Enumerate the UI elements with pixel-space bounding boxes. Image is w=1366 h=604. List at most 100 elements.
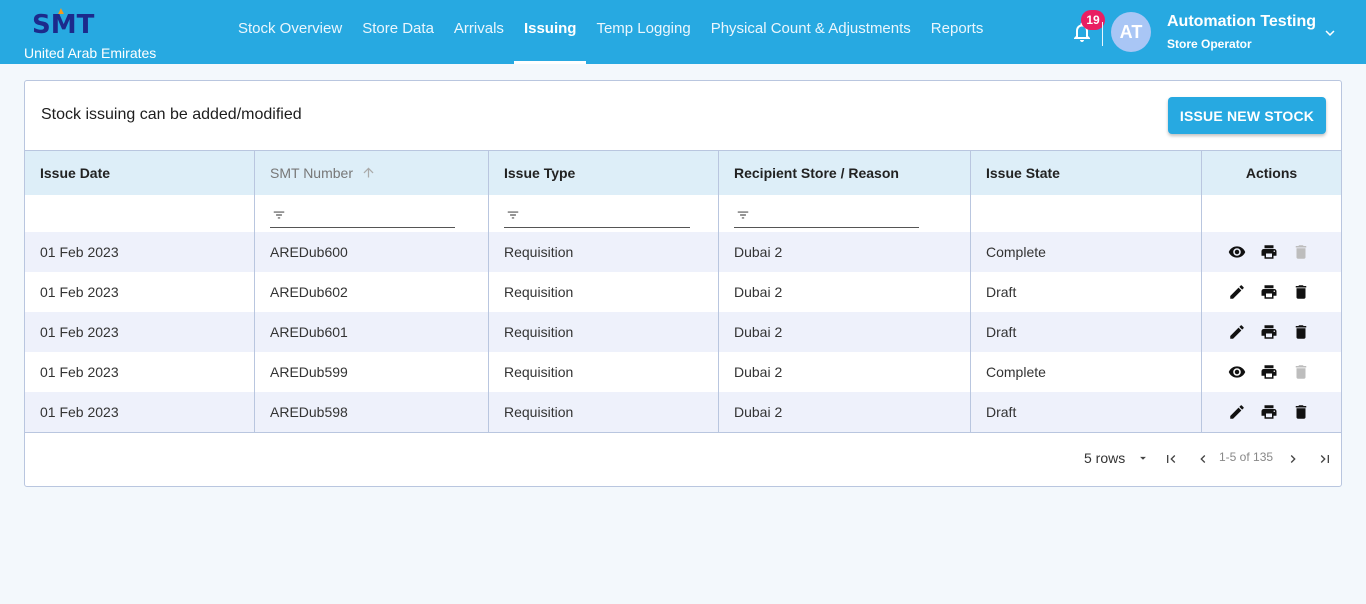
- cell-issue-state: Draft: [971, 312, 1202, 352]
- cell-issue-state: Complete: [971, 232, 1202, 272]
- filter-icon: [273, 211, 285, 219]
- chevron-down-icon[interactable]: [1321, 24, 1339, 42]
- nav-item-temp-logging[interactable]: Temp Logging: [586, 0, 700, 64]
- view-icon[interactable]: [1228, 243, 1246, 261]
- page-heading: Stock issuing can be added/modified: [41, 106, 302, 123]
- filter-icon: [507, 211, 519, 219]
- delete-icon-disabled: [1295, 245, 1307, 259]
- cell-issue-date: 01 Feb 2023: [25, 232, 255, 272]
- user-name[interactable]: Automation Testing: [1167, 13, 1316, 31]
- cell-smt-number: AREDub599: [255, 352, 489, 392]
- cell-smt-number: AREDub598: [255, 392, 489, 432]
- nav-item-issuing[interactable]: Issuing: [513, 0, 587, 64]
- cell-issue-date: 01 Feb 2023: [25, 272, 255, 312]
- cell-actions: [1202, 232, 1341, 272]
- issuing-card: Stock issuing can be added/modified ISSU…: [24, 80, 1342, 487]
- issue-type-filter-input[interactable]: [504, 203, 690, 228]
- nav-item-arrivals[interactable]: Arrivals: [444, 0, 514, 64]
- edit-icon[interactable]: [1228, 323, 1246, 341]
- country-label: United Arab Emirates: [24, 45, 157, 61]
- table-header-row: Issue Date SMT Number Issue Type Recipie…: [25, 150, 1341, 195]
- delete-icon-disabled: [1295, 365, 1307, 379]
- delete-icon[interactable]: [1292, 323, 1310, 341]
- cell-issue-date: 01 Feb 2023: [25, 352, 255, 392]
- cell-actions: [1202, 352, 1341, 392]
- cell-recipient: Dubai 2: [719, 352, 971, 392]
- filter-cell-empty: [25, 195, 255, 232]
- table-row[interactable]: 01 Feb 2023 AREDub601 Requisition Dubai …: [25, 312, 1341, 352]
- cell-recipient: Dubai 2: [719, 392, 971, 432]
- cell-smt-number: AREDub600: [255, 232, 489, 272]
- cell-issue-type: Requisition: [489, 272, 719, 312]
- last-page-icon[interactable]: [1317, 451, 1333, 467]
- next-page-icon[interactable]: [1285, 451, 1301, 467]
- cell-recipient: Dubai 2: [719, 232, 971, 272]
- previous-page-icon[interactable]: [1195, 451, 1211, 467]
- filter-cell-type: [489, 195, 719, 232]
- column-header-issue-date[interactable]: Issue Date: [25, 151, 255, 195]
- cell-actions: [1202, 312, 1341, 352]
- nav-item-store-data[interactable]: Store Data: [352, 0, 444, 64]
- table-divider: [25, 432, 1341, 433]
- print-icon[interactable]: [1260, 403, 1278, 421]
- issue-new-stock-button[interactable]: ISSUE NEW STOCK: [1168, 97, 1326, 134]
- filter-cell-recipient: [719, 195, 971, 232]
- app-logo[interactable]: ▲ SMT United Arab Emirates: [24, 6, 164, 62]
- column-header-actions: Actions: [1245, 165, 1298, 181]
- avatar[interactable]: AT: [1111, 12, 1151, 52]
- issues-table: Issue Date SMT Number Issue Type Recipie…: [25, 150, 1341, 432]
- nav-item-reports[interactable]: Reports: [921, 0, 994, 64]
- cell-issue-date: 01 Feb 2023: [25, 392, 255, 432]
- delete-icon[interactable]: [1292, 403, 1310, 421]
- cell-issue-state: Draft: [971, 272, 1202, 312]
- cell-recipient: Dubai 2: [719, 272, 971, 312]
- cell-recipient: Dubai 2: [719, 312, 971, 352]
- filter-cell-empty: [971, 195, 1202, 232]
- cell-issue-type: Requisition: [489, 232, 719, 272]
- cell-actions: [1202, 272, 1341, 312]
- filter-row: [25, 195, 1341, 232]
- print-icon[interactable]: [1260, 323, 1278, 341]
- print-icon[interactable]: [1260, 243, 1278, 261]
- table-row[interactable]: 01 Feb 2023 AREDub600 Requisition Dubai …: [25, 232, 1341, 272]
- logo-text: SMT: [32, 10, 95, 40]
- pagination: 5 rows 1-5 of 135: [25, 447, 1341, 471]
- edit-icon[interactable]: [1228, 403, 1246, 421]
- page-range-label: 1-5 of 135: [1219, 450, 1274, 464]
- recipient-filter-input[interactable]: [734, 203, 919, 228]
- nav-item-physical-count[interactable]: Physical Count & Adjustments: [701, 0, 921, 64]
- rows-per-page-select[interactable]: 5 rows: [1084, 450, 1125, 466]
- top-app-bar: ▲ SMT United Arab Emirates Stock Overvie…: [0, 0, 1366, 64]
- column-header-recipient[interactable]: Recipient Store / Reason: [719, 151, 971, 195]
- nav-item-stock-overview[interactable]: Stock Overview: [228, 0, 352, 64]
- cell-issue-type: Requisition: [489, 312, 719, 352]
- delete-icon[interactable]: [1292, 283, 1310, 301]
- caret-down-icon[interactable]: [1136, 451, 1150, 465]
- main-nav: Stock Overview Store Data Arrivals Issui…: [228, 0, 993, 64]
- table-row[interactable]: 01 Feb 2023 AREDub599 Requisition Dubai …: [25, 352, 1341, 392]
- cell-smt-number: AREDub602: [255, 272, 489, 312]
- print-icon[interactable]: [1260, 363, 1278, 381]
- header-divider: [1102, 22, 1103, 46]
- table-row[interactable]: 01 Feb 2023 AREDub602 Requisition Dubai …: [25, 272, 1341, 312]
- table-row[interactable]: 01 Feb 2023 AREDub598 Requisition Dubai …: [25, 392, 1341, 432]
- filter-cell-smt: [255, 195, 489, 232]
- cell-issue-state: Complete: [971, 352, 1202, 392]
- sort-arrow-up-icon[interactable]: [361, 165, 376, 180]
- smt-number-filter-input[interactable]: [270, 203, 455, 228]
- edit-icon[interactable]: [1228, 283, 1246, 301]
- print-icon[interactable]: [1260, 283, 1278, 301]
- filter-cell-empty: [1202, 195, 1341, 232]
- column-header-issue-type[interactable]: Issue Type: [489, 151, 719, 195]
- filter-icon: [737, 211, 749, 219]
- cell-actions: [1202, 392, 1341, 432]
- cell-issue-state: Draft: [971, 392, 1202, 432]
- user-role: Store Operator: [1167, 37, 1252, 51]
- first-page-icon[interactable]: [1163, 451, 1179, 467]
- cell-issue-date: 01 Feb 2023: [25, 312, 255, 352]
- column-header-label: SMT Number: [270, 165, 353, 181]
- column-header-issue-state[interactable]: Issue State: [971, 151, 1202, 195]
- cell-issue-type: Requisition: [489, 392, 719, 432]
- view-icon[interactable]: [1228, 363, 1246, 381]
- column-header-smt-number[interactable]: SMT Number: [255, 151, 489, 195]
